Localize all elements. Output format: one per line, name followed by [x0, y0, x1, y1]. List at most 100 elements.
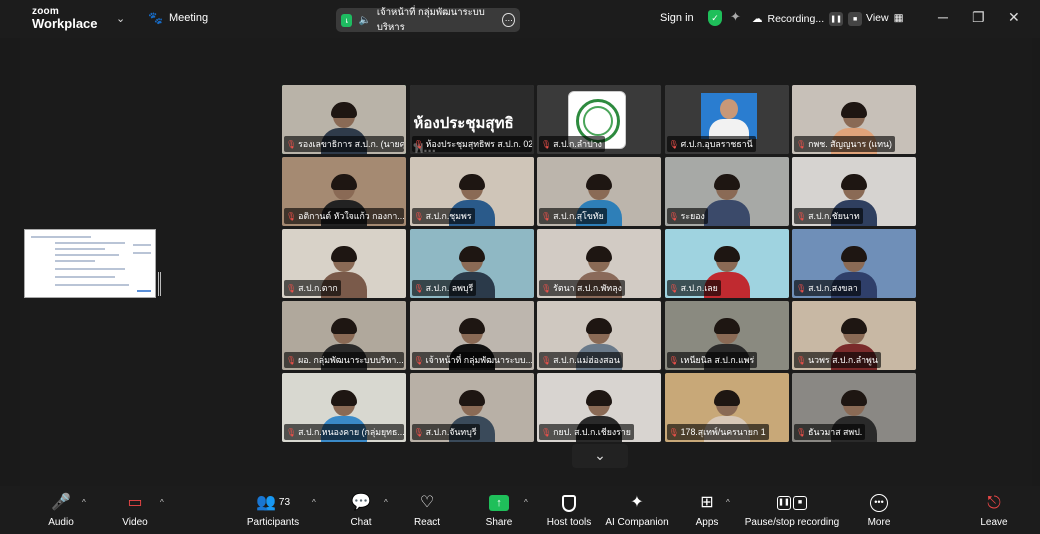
top-bar: zoom Workplace ⌄ 🐾 Meeting เ 🔈 เจ้าหน้าท…: [0, 0, 1040, 38]
share-button[interactable]: ↑ Share: [482, 492, 516, 528]
video-label: Video: [122, 517, 148, 528]
chat-button[interactable]: 💬 Chat: [344, 492, 378, 528]
active-speaker-pill[interactable]: เ 🔈 เจ้าหน้าที่ กลุ่มพัฒนาระบบบริหาร ⋯: [336, 7, 520, 33]
participant-tile[interactable]: 🎙 เหนียนิล ส.ป.ก.แพร่: [664, 301, 789, 370]
minimize-icon[interactable]: ─: [938, 9, 948, 25]
participant-tile[interactable]: 🎙 ส.ป.ก.เลย: [664, 229, 789, 298]
participant-name: ส.ป.ก.จันทบุรี: [425, 427, 477, 437]
chevron-down-icon[interactable]: ⌄: [116, 12, 125, 25]
chat-icon: 💬: [351, 494, 371, 511]
participant-tile[interactable]: 🎙 ส.ป.ก.สงขลา: [792, 229, 916, 298]
participant-name: ส.ป.ก.ลำปาง: [553, 139, 602, 149]
mic-muted-icon: 🎙: [668, 427, 679, 437]
participant-tile[interactable]: 🎙 รัตนา ส.ป.ก.พัทลุง: [537, 229, 661, 298]
participant-tile[interactable]: 🎙 ส.ป.ก.แม่ฮ่องสอน: [537, 301, 661, 370]
stop-recording-icon[interactable]: ■: [848, 12, 863, 26]
participant-tile[interactable]: 🎙 อติกานต์ หัวใจแก้ว กองกา...: [282, 157, 406, 226]
leave-button[interactable]: ⎋ Leave: [978, 492, 1010, 528]
mic-muted-icon: 🎙: [413, 427, 424, 437]
video-button[interactable]: ▭ Video: [118, 492, 152, 528]
view-menu[interactable]: View ▦: [866, 12, 904, 24]
more-dots-icon: •••: [870, 494, 888, 512]
gallery-scroll-down-button[interactable]: ⌄: [572, 444, 628, 468]
participant-tile[interactable]: 🎙 กพช. สัญญนาร (แทน): [792, 85, 916, 154]
bottom-toolbar: 🎤 Audio ^ ▭ Video ^ 👥 73 Participants ^ …: [0, 486, 1040, 534]
participant-tile[interactable]: 🎙 ส.ป.ก.ตาก: [282, 229, 406, 298]
encryption-shield-icon[interactable]: ✓: [708, 10, 722, 26]
participant-tile[interactable]: 🎙 ธันวมาส สพป.: [792, 373, 916, 442]
meeting-menu[interactable]: 🐾 Meeting: [148, 11, 208, 25]
grid-view-icon: ▦: [893, 12, 904, 24]
participant-name-tag: 🎙 ส.ป.ก.จันทบุรี: [411, 424, 480, 440]
participants-label: Participants: [246, 517, 300, 528]
heart-icon: ♡: [419, 494, 435, 511]
mic-muted-icon: 🎙: [286, 355, 297, 365]
sign-in-link[interactable]: Sign in: [660, 12, 694, 24]
close-icon[interactable]: ✕: [1008, 9, 1020, 26]
participant-name: นวพร ส.ป.ก.ลำพูน: [808, 355, 878, 365]
share-options-caret[interactable]: ^: [524, 498, 528, 507]
participant-name-tag: 🎙 นวพร ส.ป.ก.ลำพูน: [794, 352, 881, 368]
thumbnail-resize-handle[interactable]: [158, 272, 161, 296]
participant-name: ห้องประชุมสุทธิพร ส.ป.ก. 02: [425, 139, 532, 149]
speaker-name: เจ้าหน้าที่ กลุ่มพัฒนาระบบบริหาร: [376, 7, 485, 33]
participant-tile[interactable]: 🎙 ระยอง: [664, 157, 789, 226]
participant-tile[interactable]: 🎙 ส.ป.ก.ลำปาง: [537, 85, 661, 154]
pause-recording-icon[interactable]: ❚❚: [829, 12, 844, 26]
participant-name: เหนียนิล ส.ป.ก.แพร่: [680, 355, 755, 365]
recording-indicator[interactable]: ☁ Recording... ❚❚ ■: [752, 12, 863, 26]
share-label: Share: [485, 517, 513, 528]
ai-sparkle-icon[interactable]: ✦: [730, 9, 741, 25]
react-button[interactable]: ♡ React: [410, 492, 444, 528]
participant-name: ส.ป.ก.เลย: [680, 283, 718, 293]
participant-tile[interactable]: 🎙 ส.ป.ก.จันทบุรี: [409, 373, 534, 442]
audio-button[interactable]: 🎤 Audio: [44, 492, 78, 528]
mic-muted-icon: 🎙: [796, 355, 807, 365]
participant-tile[interactable]: 🎙 ผอ. กลุ่มพัฒนาระบบบริหา...: [282, 301, 406, 370]
host-shield-icon: [562, 494, 576, 512]
more-dots-icon[interactable]: ⋯: [502, 13, 515, 27]
apps-button[interactable]: ⊞ Apps: [692, 492, 722, 528]
participant-tile[interactable]: 🎙รองเลขาธิการ ส.ป.ก. (นายศุรชั...: [282, 85, 406, 154]
maximize-icon[interactable]: ❐: [972, 9, 985, 26]
mic-muted-icon: 🎙: [796, 211, 807, 221]
mic-muted-icon: 🎙: [413, 211, 424, 221]
mic-muted-icon: 🎙: [541, 427, 552, 437]
participant-name: กพช. สัญญนาร (แทน): [808, 139, 892, 149]
participant-name-tag: 🎙 ส.ป.ก.ตาก: [284, 280, 341, 296]
shared-screen-thumbnail[interactable]: [24, 229, 156, 298]
participant-tile[interactable]: 🎙 ศ.ป.ก.อุบลราชธานี: [664, 85, 789, 154]
video-options-caret[interactable]: ^: [160, 498, 164, 507]
recording-label: Recording...: [767, 13, 825, 25]
participant-name-tag: 🎙 รัตนา ส.ป.ก.พัทลุง: [539, 280, 625, 296]
participant-tile[interactable]: 🎙 178.สุเทพ์/นครนายก 1: [664, 373, 789, 442]
participant-name: ศ.ป.ก.อุบลราชธานี: [680, 139, 753, 149]
participant-tile[interactable]: 🎙 ส.ป.ก. ลพบุรี: [409, 229, 534, 298]
apps-options-caret[interactable]: ^: [726, 498, 730, 507]
participant-tile[interactable]: 🎙 เจ้าหน้าที่ กลุ่มพัฒนาระบบ...: [409, 301, 534, 370]
pause-stop-recording-button[interactable]: ❚❚ ■ Pause/stop recording: [744, 492, 840, 528]
participant-name-tag: 🎙 ผอ. กลุ่มพัฒนาระบบบริหา...: [284, 352, 404, 368]
participant-tile[interactable]: 🎙 ส.ป.ก.หนองคาย (กลุ่มยุทธ...: [282, 373, 406, 442]
audio-options-caret[interactable]: ^: [82, 498, 86, 507]
chat-options-caret[interactable]: ^: [384, 498, 388, 507]
participant-tile[interactable]: 🎙 ส.ป.ก.ชัยนาท: [792, 157, 916, 226]
leave-label: Leave: [980, 517, 1008, 528]
participant-tile[interactable]: ห้องประชุมสุทธิพ...🎙ห้องประชุมสุทธิพร ส.…: [409, 85, 534, 154]
mic-muted-icon: 🎙: [286, 283, 297, 293]
participant-tile[interactable]: 🎙 นวพร ส.ป.ก.ลำพูน: [792, 301, 916, 370]
participants-options-caret[interactable]: ^: [312, 498, 316, 507]
ai-companion-button[interactable]: ✦ AI Companion: [604, 492, 670, 528]
mic-muted-icon: 🎙: [413, 139, 424, 149]
apps-grid-icon: ⊞: [700, 494, 714, 511]
mic-muted-icon: 🎙: [286, 139, 297, 149]
participants-button[interactable]: 👥 73 Participants: [244, 492, 302, 528]
participant-tile[interactable]: 🎙 กยป. ส.ป.ก.เชียงราย: [537, 373, 661, 442]
participant-name: ผอ. กลุ่มพัฒนาระบบบริหา...: [298, 355, 404, 365]
host-tools-button[interactable]: Host tools: [544, 492, 594, 528]
zoom-logo[interactable]: zoom Workplace: [32, 7, 98, 31]
speaker-avatar: เ: [341, 13, 353, 27]
more-button[interactable]: ••• More: [864, 492, 894, 528]
participant-tile[interactable]: 🎙 ส.ป.ก.สุโขทัย: [537, 157, 661, 226]
participant-tile[interactable]: 🎙 ส.ป.ก.ชุมพร: [409, 157, 534, 226]
